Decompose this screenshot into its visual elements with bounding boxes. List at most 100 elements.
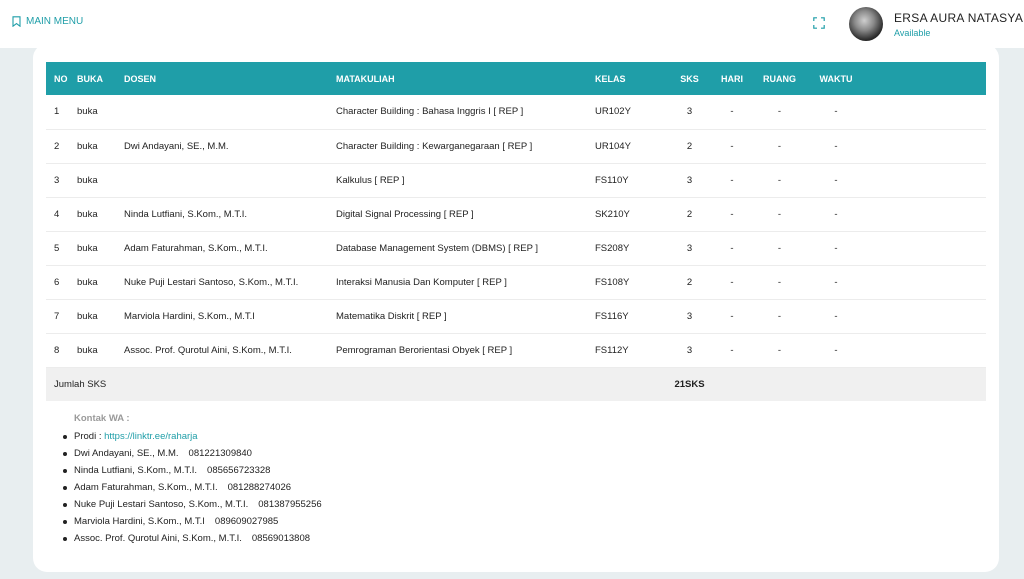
- fullscreen-icon[interactable]: [813, 17, 825, 29]
- contact-section: Kontak WA : Prodi : https://linktr.ee/ra…: [60, 413, 322, 547]
- cell-no: 2: [54, 140, 60, 152]
- cell-spacer: [865, 197, 986, 231]
- cell-kelas: FS112Y: [595, 344, 629, 356]
- cell-kelas: FS208Y: [595, 242, 630, 254]
- cell-ruang: -: [777, 242, 782, 254]
- cell-sks: 3: [686, 106, 693, 118]
- header-spacer: [865, 62, 986, 95]
- contact-phone: 089609027985: [214, 516, 279, 527]
- cell-waktu: -: [834, 174, 838, 186]
- cell-buka-link[interactable]: buka: [77, 333, 124, 367]
- header-matakuliah: MATAKULIAH: [336, 73, 395, 84]
- cell-kelas: FS108Y: [595, 276, 630, 288]
- header-waktu: WAKTU: [819, 73, 853, 84]
- table-row: 1 buka Character Building : Bahasa Inggr…: [46, 95, 986, 129]
- cell-buka-link[interactable]: buka: [77, 299, 124, 333]
- main-menu-label: MAIN MENU: [26, 16, 84, 27]
- cell-buka-link[interactable]: buka: [77, 95, 124, 129]
- list-item: Adam Faturahman, S.Kom., M.T.I. 081288274…: [60, 479, 322, 496]
- cell-dosen: Adam Faturahman, S.Kom., M.T.I.: [124, 242, 268, 254]
- cell-dosen: Dwi Andayani, SE., M.M.: [124, 140, 229, 152]
- header-sks: SKS: [680, 73, 699, 84]
- total-row: Jumlah SKS 21SKS: [46, 367, 986, 401]
- top-bar: MAIN MENU ERSA AURA NATASYA Available: [0, 0, 1024, 48]
- cell-waktu: -: [834, 208, 838, 220]
- cell-buka-link[interactable]: buka: [77, 129, 124, 163]
- cell-kelas: UR102Y: [595, 106, 631, 118]
- avatar[interactable]: [849, 7, 883, 41]
- cell-waktu: -: [834, 242, 838, 254]
- cell-matakuliah: Pemrograman Berorientasi Obyek [ REP ]: [336, 344, 513, 356]
- user-status: Available: [894, 28, 931, 38]
- contact-phone: 081387955256: [258, 499, 322, 510]
- cell-dosen: [124, 95, 336, 129]
- cell-buka-link[interactable]: buka: [77, 265, 124, 299]
- cell-hari: -: [730, 106, 734, 118]
- cell-waktu: -: [834, 344, 838, 356]
- cell-dosen: Nuke Puji Lestari Santoso, S.Kom., M.T.I…: [124, 276, 299, 288]
- cell-dosen: [124, 163, 336, 197]
- cell-ruang: -: [777, 310, 782, 322]
- prodi-label: Prodi :: [74, 431, 105, 442]
- contact-name: Marviola Hardini, S.Kom., M.T.I: [74, 516, 205, 527]
- contact-phone: 08569013808: [251, 533, 311, 544]
- cell-ruang: -: [777, 276, 782, 288]
- list-item: Prodi : https://linktr.ee/raharja: [60, 428, 322, 445]
- table-row: 4 buka Ninda Lutfiani, S.Kom., M.T.I. Di…: [46, 197, 986, 231]
- cell-matakuliah: Database Management System (DBMS) [ REP …: [336, 242, 539, 254]
- header-dosen: DOSEN: [124, 73, 157, 84]
- cell-buka-link[interactable]: buka: [77, 163, 124, 197]
- contact-name: Assoc. Prof. Qurotul Aini, S.Kom., M.T.I…: [74, 533, 242, 544]
- main-menu-button[interactable]: MAIN MENU: [12, 16, 83, 27]
- cell-waktu: -: [834, 106, 838, 118]
- list-item: Assoc. Prof. Qurotul Aini, S.Kom., M.T.I…: [60, 530, 322, 547]
- cell-kelas: UR104Y: [595, 140, 631, 152]
- cell-no: 7: [54, 310, 60, 322]
- contact-phone: 085656723328: [207, 465, 271, 476]
- schedule-table: NO BUKA DOSEN MATAKULIAH KELAS SKS HARI …: [46, 62, 986, 401]
- cell-dosen: Assoc. Prof. Qurotul Aini, S.Kom., M.T.I…: [124, 344, 292, 356]
- user-name[interactable]: ERSA AURA NATASYA: [894, 11, 1023, 25]
- cell-spacer: [865, 129, 986, 163]
- header-hari: HARI: [721, 73, 743, 84]
- cell-waktu: -: [834, 276, 838, 288]
- cell-no: 6: [54, 276, 60, 288]
- cell-spacer: [865, 299, 986, 333]
- cell-matakuliah: Interaksi Manusia Dan Komputer [ REP ]: [336, 276, 507, 288]
- cell-sks: 3: [686, 310, 693, 322]
- header-buka: BUKA: [77, 73, 103, 84]
- cell-hari: -: [730, 242, 734, 254]
- cell-spacer: [865, 231, 986, 265]
- cell-ruang: -: [777, 174, 782, 186]
- contact-title: Kontak WA :: [74, 413, 130, 424]
- table-row: 2 buka Dwi Andayani, SE., M.M. Character…: [46, 129, 986, 163]
- list-item: Nuke Puji Lestari Santoso, S.Kom., M.T.I…: [60, 496, 322, 513]
- cell-matakuliah: Character Building : Bahasa Inggris I [ …: [336, 106, 524, 118]
- prodi-link[interactable]: https://linktr.ee/raharja: [104, 431, 197, 442]
- cell-spacer: [865, 265, 986, 299]
- cell-hari: -: [730, 310, 734, 322]
- contact-name: Nuke Puji Lestari Santoso, S.Kom., M.T.I…: [74, 499, 249, 510]
- cell-hari: -: [730, 174, 734, 186]
- cell-spacer: [865, 163, 986, 197]
- cell-dosen: Ninda Lutfiani, S.Kom., M.T.I.: [124, 208, 248, 220]
- contact-phone: 081221309840: [188, 448, 252, 459]
- cell-sks: 2: [686, 208, 693, 220]
- cell-matakuliah: Kalkulus [ REP ]: [336, 174, 405, 186]
- cell-spacer: [865, 333, 986, 367]
- cell-waktu: -: [834, 310, 838, 322]
- list-item: Dwi Andayani, SE., M.M. 081221309840: [60, 445, 322, 462]
- cell-matakuliah: Digital Signal Processing [ REP ]: [336, 208, 474, 220]
- cell-buka-link[interactable]: buka: [77, 231, 124, 265]
- cell-spacer: [865, 95, 986, 129]
- table-row: 8 buka Assoc. Prof. Qurotul Aini, S.Kom.…: [46, 333, 986, 367]
- cell-no: 1: [54, 106, 60, 118]
- contact-list: Prodi : https://linktr.ee/raharja Dwi An…: [60, 428, 322, 547]
- cell-sks: 3: [686, 242, 693, 254]
- header-no: NO: [54, 73, 68, 84]
- cell-matakuliah: Character Building : Kewarganegaraan [ R…: [336, 140, 533, 152]
- table-row: 5 buka Adam Faturahman, S.Kom., M.T.I. D…: [46, 231, 986, 265]
- cell-sks: 2: [686, 140, 693, 152]
- table-header-row: NO BUKA DOSEN MATAKULIAH KELAS SKS HARI …: [46, 62, 986, 95]
- cell-buka-link[interactable]: buka: [77, 197, 124, 231]
